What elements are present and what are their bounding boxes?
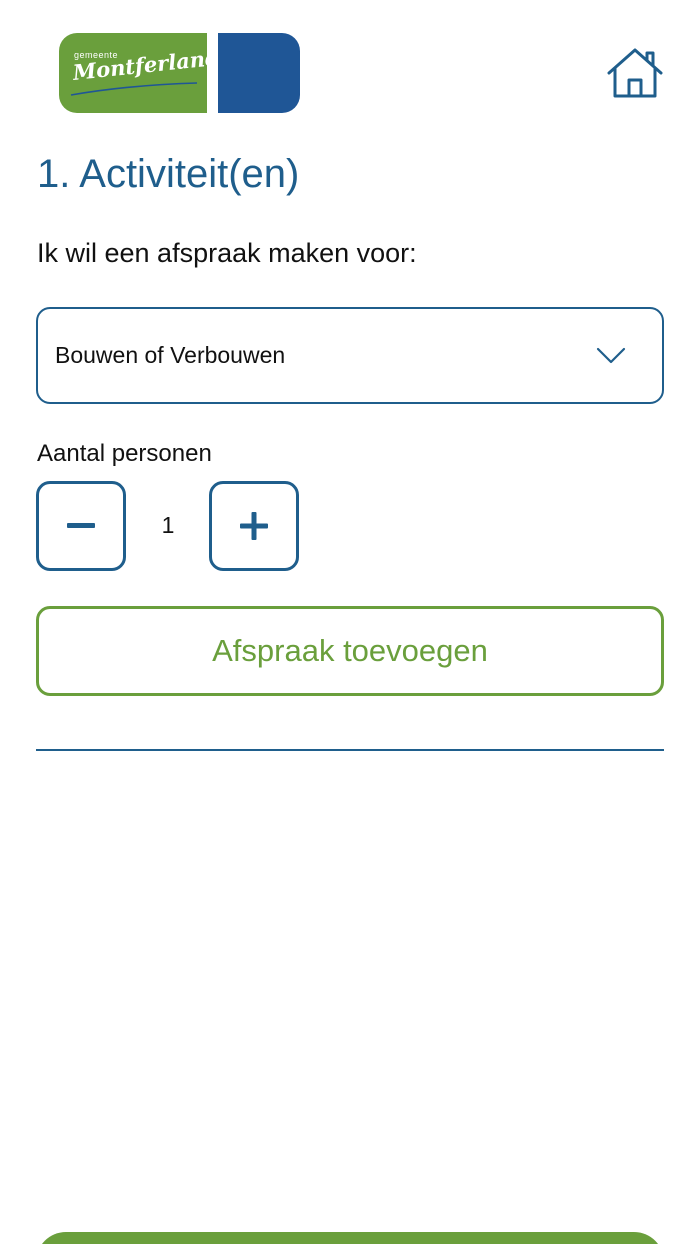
logo-blue-block bbox=[218, 33, 300, 113]
intro-text: Ik wil een afspraak maken voor: bbox=[37, 238, 417, 268]
minus-icon bbox=[67, 523, 95, 528]
logo-green-block: gemeente Montferland bbox=[59, 33, 221, 113]
logo-swoosh bbox=[70, 82, 198, 96]
activity-select-value: Bouwen of Verbouwen bbox=[55, 342, 286, 368]
appointment-page: gemeente Montferland 1. Activiteit(en) I… bbox=[0, 0, 700, 1244]
bottom-action-button[interactable] bbox=[36, 1232, 664, 1244]
persons-label: Aantal personen bbox=[37, 440, 212, 467]
home-icon[interactable] bbox=[606, 47, 664, 99]
page-title: 1. Activiteit(en) bbox=[37, 152, 300, 196]
add-appointment-button[interactable]: Afspraak toevoegen bbox=[36, 606, 664, 696]
section-divider bbox=[36, 749, 664, 751]
activity-select[interactable]: Bouwen of Verbouwen bbox=[36, 307, 664, 404]
increase-persons-button[interactable] bbox=[209, 481, 299, 571]
montferland-logo: gemeente Montferland bbox=[59, 33, 300, 113]
persons-count: 1 bbox=[161, 512, 175, 538]
decrease-persons-button[interactable] bbox=[36, 481, 126, 571]
plus-icon bbox=[240, 512, 268, 540]
chevron-down-icon bbox=[596, 347, 626, 364]
